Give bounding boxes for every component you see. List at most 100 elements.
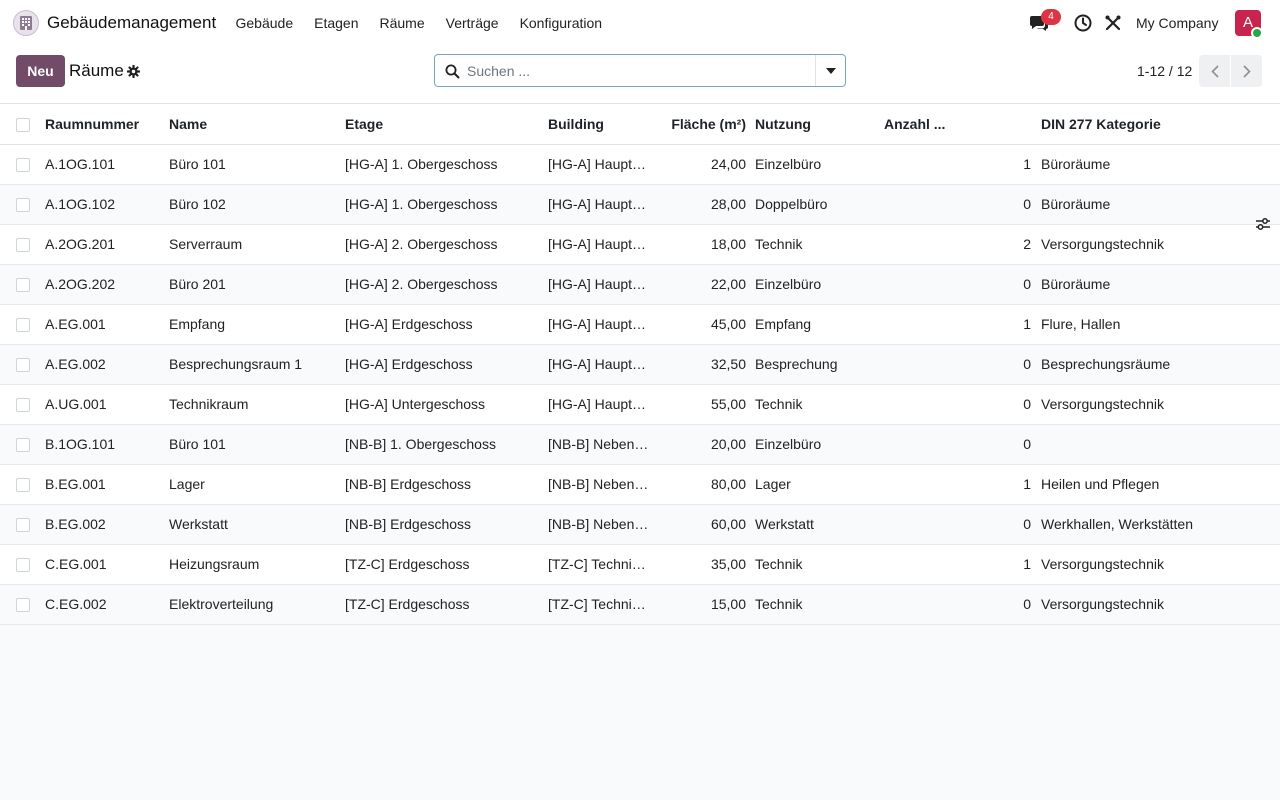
cell-name[interactable]: Technikraum: [169, 384, 345, 425]
cell-nutzung[interactable]: Technik: [746, 224, 856, 265]
menu-item-raeume[interactable]: Räume: [369, 0, 435, 46]
cell-raumnummer[interactable]: A.1OG.101: [45, 144, 169, 185]
cell-anzahl[interactable]: 0: [856, 384, 1041, 425]
cell-name[interactable]: Besprechungsraum 1: [169, 344, 345, 385]
cell-din277[interactable]: Werkhallen, Werkstätten: [1041, 504, 1280, 545]
cell-din277[interactable]: [1041, 424, 1280, 465]
pager-next-button[interactable]: [1231, 55, 1262, 87]
cell-building[interactable]: [HG-A] Hauptgebäude A: [548, 184, 652, 225]
row-checkbox[interactable]: [16, 558, 30, 573]
cell-din277[interactable]: Besprechungsräume: [1041, 344, 1280, 385]
cell-raumnummer[interactable]: C.EG.002: [45, 584, 169, 625]
cell-etage[interactable]: [HG-A] Untergeschoss: [345, 384, 548, 425]
cell-raumnummer[interactable]: A.2OG.202: [45, 264, 169, 305]
column-header-flaeche[interactable]: Fläche (m²): [652, 104, 746, 145]
cell-name[interactable]: Heizungsraum: [169, 544, 345, 585]
table-row[interactable]: A.EG.002 Besprechungsraum 1 [HG-A] Erdgesc…: [0, 344, 1280, 385]
cell-raumnummer[interactable]: B.EG.001: [45, 464, 169, 505]
cell-nutzung[interactable]: Einzelbüro: [746, 264, 856, 305]
cell-etage[interactable]: [TZ-C] Erdgeschoss: [345, 544, 548, 585]
row-checkbox[interactable]: [16, 238, 30, 253]
cell-raumnummer[interactable]: A.EG.001: [45, 304, 169, 345]
cell-raumnummer[interactable]: A.EG.002: [45, 344, 169, 385]
table-row[interactable]: A.1OG.102 Büro 102 [HG-A] 1. Obergeschoss[…: [0, 184, 1280, 225]
cell-building[interactable]: [TZ-C] Technikzentrale C: [548, 584, 652, 625]
column-header-building[interactable]: Building: [548, 104, 652, 145]
cell-din277[interactable]: Flure, Hallen: [1041, 304, 1280, 345]
app-name[interactable]: Gebäudemanagement: [47, 13, 216, 33]
table-row[interactable]: B.EG.001 Lager [NB-B] Erdgeschoss [NB-B] Ne…: [0, 464, 1280, 505]
cell-building[interactable]: [NB-B] Nebengebäude B: [548, 504, 652, 545]
cell-anzahl[interactable]: 0: [856, 264, 1041, 305]
search-options-toggle[interactable]: [815, 55, 845, 86]
menu-item-konfiguration[interactable]: Konfiguration: [509, 0, 613, 46]
cell-anzahl[interactable]: 1: [856, 304, 1041, 345]
cell-etage[interactable]: [TZ-C] Erdgeschoss: [345, 584, 548, 625]
cell-raumnummer[interactable]: B.EG.002: [45, 504, 169, 545]
cell-nutzung[interactable]: Werkstatt: [746, 504, 856, 545]
cell-etage[interactable]: [NB-B] 1. Obergeschoss: [345, 424, 548, 465]
cell-nutzung[interactable]: Technik: [746, 584, 856, 625]
cell-name[interactable]: Büro 101: [169, 144, 345, 185]
row-checkbox[interactable]: [16, 598, 30, 613]
menu-item-etagen[interactable]: Etagen: [304, 0, 369, 46]
cell-anzahl[interactable]: 2: [856, 224, 1041, 265]
cell-din277[interactable]: Versorgungstechnik: [1041, 584, 1280, 625]
cell-nutzung[interactable]: Besprechung: [746, 344, 856, 385]
page-title[interactable]: Räume: [69, 61, 124, 81]
gear-icon[interactable]: [126, 64, 141, 79]
cell-nutzung[interactable]: Lager: [746, 464, 856, 505]
cell-name[interactable]: Lager: [169, 464, 345, 505]
cell-raumnummer[interactable]: A.UG.001: [45, 384, 169, 425]
column-header-din277-label[interactable]: DIN 277 Kategorie: [1041, 116, 1161, 132]
table-row[interactable]: A.1OG.101 Büro 101 [HG-A] 1. Obergeschoss[…: [0, 144, 1280, 185]
cell-building[interactable]: [HG-A] Hauptgebäude A: [548, 344, 652, 385]
cell-building[interactable]: [HG-A] Hauptgebäude A: [548, 264, 652, 305]
cell-name[interactable]: Werkstatt: [169, 504, 345, 545]
cell-flaeche[interactable]: 60,00: [652, 504, 746, 545]
cell-anzahl[interactable]: 0: [856, 184, 1041, 225]
cell-building[interactable]: [NB-B] Nebengebäude B: [548, 464, 652, 505]
new-button[interactable]: Neu: [16, 55, 65, 87]
cell-nutzung[interactable]: Doppelbüro: [746, 184, 856, 225]
row-checkbox[interactable]: [16, 358, 30, 373]
cell-anzahl[interactable]: 1: [856, 144, 1041, 185]
cell-nutzung[interactable]: Technik: [746, 384, 856, 425]
pager-previous-button[interactable]: [1199, 55, 1230, 87]
search-input[interactable]: [467, 56, 807, 85]
cell-building[interactable]: [HG-A] Hauptgebäude A: [548, 304, 652, 345]
cell-building[interactable]: [NB-B] Nebengebäude B: [548, 424, 652, 465]
table-row[interactable]: C.EG.002 Elektroverteilung [TZ-C] Erdgesch…: [0, 584, 1280, 625]
cell-etage[interactable]: [NB-B] Erdgeschoss: [345, 464, 548, 505]
select-all-checkbox[interactable]: [16, 117, 30, 132]
cell-din277[interactable]: Büroräume: [1041, 264, 1280, 305]
cell-anzahl[interactable]: 0: [856, 344, 1041, 385]
cell-name[interactable]: Büro 102: [169, 184, 345, 225]
cell-raumnummer[interactable]: A.1OG.102: [45, 184, 169, 225]
cell-etage[interactable]: [NB-B] Erdgeschoss: [345, 504, 548, 545]
cell-anzahl[interactable]: 0: [856, 584, 1041, 625]
row-checkbox[interactable]: [16, 518, 30, 533]
cell-flaeche[interactable]: 15,00: [652, 584, 746, 625]
row-checkbox[interactable]: [16, 398, 30, 413]
cell-din277[interactable]: Büroräume: [1041, 184, 1280, 225]
cell-raumnummer[interactable]: B.1OG.101: [45, 424, 169, 465]
cell-etage[interactable]: [HG-A] Erdgeschoss: [345, 304, 548, 345]
table-row[interactable]: B.1OG.101 Büro 101 [NB-B] 1. Obergeschoss[…: [0, 424, 1280, 465]
table-row[interactable]: A.UG.001 Technikraum [HG-A] Untergeschoss[…: [0, 384, 1280, 425]
cell-anzahl[interactable]: 1: [856, 464, 1041, 505]
pager-value[interactable]: 1-12 / 12: [1137, 63, 1192, 79]
menu-item-vertraege[interactable]: Verträge: [435, 0, 509, 46]
cell-flaeche[interactable]: 45,00: [652, 304, 746, 345]
cell-etage[interactable]: [HG-A] 2. Obergeschoss: [345, 224, 548, 265]
cell-name[interactable]: Elektroverteilung: [169, 584, 345, 625]
cell-anzahl[interactable]: 0: [856, 504, 1041, 545]
cell-din277[interactable]: Heilen und Pflegen: [1041, 464, 1280, 505]
cell-din277[interactable]: Versorgungstechnik: [1041, 544, 1280, 585]
column-header-nutzung[interactable]: Nutzung: [746, 104, 856, 145]
column-header-name[interactable]: Name: [169, 104, 345, 145]
cell-flaeche[interactable]: 24,00: [652, 144, 746, 185]
row-checkbox[interactable]: [16, 478, 30, 493]
row-checkbox[interactable]: [16, 278, 30, 293]
cell-nutzung[interactable]: Einzelbüro: [746, 424, 856, 465]
